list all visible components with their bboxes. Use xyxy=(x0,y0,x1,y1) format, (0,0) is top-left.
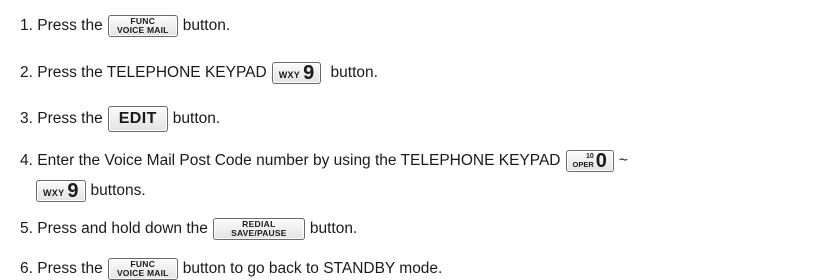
step-4: 4. Enter the Voice Mail Post Code number… xyxy=(20,150,628,172)
key-bottom-label: VOICE MAIL xyxy=(116,25,169,35)
edit-key: EDIT xyxy=(107,106,168,132)
key-digit: 9 xyxy=(303,62,315,84)
step-number: 6. xyxy=(20,260,33,277)
step-4-continued: WXY 9 buttons. xyxy=(36,180,146,202)
step-number: 5. xyxy=(20,220,33,237)
keypad-0-key: 10 OPER 0 xyxy=(565,150,614,172)
step-1: 1. Press the FUNC VOICE MAIL button. xyxy=(20,15,230,37)
step-text: button to go back to STANDBY mode. xyxy=(182,260,443,277)
key-bottom-label: VOICE MAIL xyxy=(116,268,169,278)
step-text: button. xyxy=(330,64,378,81)
step-number: 3. xyxy=(20,110,33,127)
tilde-text: ~ xyxy=(618,152,628,169)
func-voice-mail-key: FUNC VOICE MAIL xyxy=(107,15,178,37)
func-voice-mail-key: FUNC VOICE MAIL xyxy=(107,258,178,280)
key-bottom-label: SAVE/PAUSE xyxy=(231,228,287,238)
keypad-9-key: WXY 9 xyxy=(36,180,86,202)
key-label-stack: 10 OPER xyxy=(573,153,594,169)
step-3: 3. Press the EDIT button. xyxy=(20,106,220,132)
step-text: Enter the Voice Mail Post Code number by… xyxy=(37,152,561,169)
step-6: 6. Press the FUNC VOICE MAIL button to g… xyxy=(20,258,442,280)
step-text: buttons. xyxy=(90,182,146,199)
step-text: button. xyxy=(172,110,221,127)
step-number: 4. xyxy=(20,152,33,169)
key-bottom-label: OPER xyxy=(572,160,594,169)
key-top-label: 10 xyxy=(585,153,594,160)
step-text: Press the xyxy=(37,260,103,277)
step-5: 5. Press and hold down the REDIAL SAVE/P… xyxy=(20,218,357,240)
key-digit: 0 xyxy=(595,150,607,172)
step-text: button. xyxy=(182,17,231,34)
step-text: Press the xyxy=(37,17,103,34)
step-text: button. xyxy=(309,220,358,237)
step-number: 1. xyxy=(20,17,33,34)
step-number: 2. xyxy=(20,64,33,81)
step-2: 2. Press the TELEPHONE KEYPAD WXY 9 butt… xyxy=(20,62,378,84)
step-text: Press the TELEPHONE KEYPAD xyxy=(37,64,267,81)
key-letters: WXY xyxy=(278,70,301,80)
step-text: Press the xyxy=(37,110,103,127)
redial-save-pause-key: REDIAL SAVE/PAUSE xyxy=(212,218,305,240)
keypad-9-key: WXY 9 xyxy=(271,62,322,84)
key-letters: WXY xyxy=(43,188,65,198)
step-text: Press and hold down the xyxy=(37,220,208,237)
key-digit: 9 xyxy=(67,180,79,202)
